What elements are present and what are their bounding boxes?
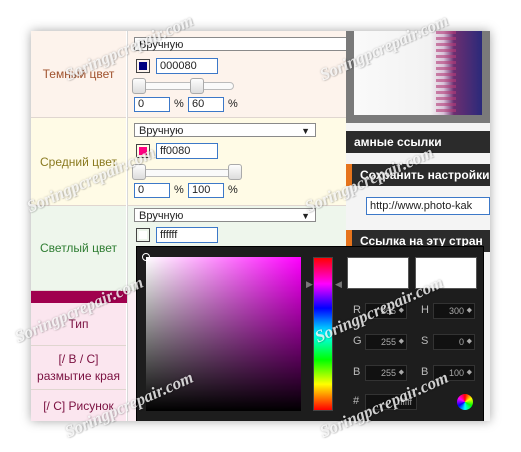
section-accent-bar — [31, 291, 136, 303]
hex-label: # — [353, 395, 360, 407]
type-label-cell: Тип — [31, 303, 126, 346]
page-url-input[interactable]: http://www.photo-kak — [366, 197, 490, 215]
dark-color-hex-input[interactable]: 000080 — [156, 58, 218, 74]
g-input[interactable]: 255 ◆ — [365, 334, 407, 350]
b-value: 255 — [380, 368, 396, 378]
light-color-swatch[interactable] — [136, 228, 150, 242]
r-label: R — [353, 304, 361, 316]
g-label: G — [353, 335, 362, 347]
light-color-label-cell: Светлый цвет — [31, 206, 126, 291]
dark-color-label: Темный цвет — [42, 67, 115, 81]
mid-color-controls: Вручную ▼ ff0080 0 % 100 % — [127, 118, 348, 206]
dark-color-slider-thumb-left[interactable] — [132, 78, 146, 94]
mid-color-value1-input[interactable]: 0 — [134, 183, 170, 198]
dark-color-value1-input[interactable]: 0 — [134, 97, 170, 112]
brightness-input[interactable]: 100 ◆ — [433, 365, 475, 381]
light-color-mode-value: Вручную — [139, 210, 184, 222]
color-wheel-icon[interactable] — [457, 394, 473, 410]
sv-cursor[interactable] — [142, 253, 150, 261]
save-settings-title: Сохранить настройки — [360, 168, 490, 182]
spinner-icon[interactable]: ◆ — [399, 304, 404, 318]
dark-color-controls: Вручную 000080 0 % 60 % — [127, 31, 354, 118]
chevron-down-icon: ▼ — [301, 126, 310, 136]
dark-color-slider-thumb-right[interactable] — [190, 78, 204, 94]
hue-slider[interactable] — [313, 257, 333, 411]
spinner-icon[interactable]: ◆ — [467, 366, 472, 380]
hue-pointer-right-icon: ◀ — [335, 279, 342, 289]
preview-image-photo — [354, 31, 482, 115]
light-color-label: Светлый цвет — [40, 241, 117, 255]
dark-color-pct1: % — [174, 98, 184, 110]
links-header: амные ссылки — [346, 131, 490, 153]
picture-label-cell: [/ C] Рисунок — [31, 390, 126, 421]
dark-color-mode-select[interactable]: Вручную — [134, 37, 354, 51]
chevron-down-icon: ▼ — [301, 211, 310, 221]
hue-pointer-left-icon: ▶ — [306, 279, 313, 289]
save-settings-header[interactable]: Сохранить настройки — [346, 164, 490, 186]
dark-color-label-cell: Темный цвет — [31, 31, 126, 118]
dark-color-mode-value: Вручную — [139, 39, 184, 51]
r-value: 255 — [380, 306, 396, 316]
g-value: 255 — [380, 337, 396, 347]
mid-color-slider[interactable] — [136, 169, 236, 177]
mid-color-mode-select[interactable]: Вручную ▼ — [134, 123, 316, 137]
spinner-icon[interactable]: ◆ — [399, 335, 404, 349]
mid-color-swatch[interactable] — [136, 144, 150, 158]
mid-color-mode-value: Вручную — [139, 125, 184, 137]
dark-color-slider[interactable] — [136, 82, 234, 90]
mid-color-value2-input[interactable]: 100 — [188, 183, 224, 198]
dark-color-value2-input[interactable]: 60 — [188, 97, 224, 112]
preview-image-overlay — [436, 31, 456, 115]
mid-color-pct2: % — [228, 184, 238, 196]
new-color-preview — [347, 257, 409, 289]
mid-color-label: Средний цвет — [39, 154, 117, 169]
mid-color-swatch-fill — [139, 147, 147, 155]
light-color-hex-input[interactable]: ffffff — [156, 227, 218, 243]
type-label: Тип — [68, 317, 89, 331]
mid-color-label-cell: Средний цвет — [31, 118, 126, 206]
color-picker-popup: ▶ ◀ R 255 ◆ H 300 ◆ G 255 ◆ S 0 ◆ B 255 ◆ B 1… — [136, 246, 484, 421]
brightness-label: B — [421, 366, 429, 378]
dark-color-swatch[interactable] — [136, 59, 150, 73]
dark-color-pct2: % — [228, 98, 238, 110]
picture-label: [/ C] Рисунок — [43, 398, 114, 413]
s-label: S — [421, 335, 429, 347]
mid-color-slider-thumb-left[interactable] — [132, 164, 146, 180]
h-input[interactable]: 300 ◆ — [433, 303, 475, 319]
spinner-icon[interactable]: ◆ — [399, 366, 404, 380]
dark-color-swatch-fill — [139, 62, 147, 70]
edge-blur-label: [/ B / C] размытие края — [37, 351, 120, 383]
s-value: 0 — [458, 337, 464, 347]
app-frame: Темный цвет Вручную 000080 0 % 60 % Сред… — [31, 31, 490, 421]
picker-hex-input[interactable]: ffffff — [365, 394, 417, 410]
saturation-value-field[interactable] — [146, 257, 301, 411]
mid-color-pct1: % — [174, 184, 184, 196]
h-value: 300 — [448, 306, 464, 316]
spinner-icon[interactable]: ◆ — [467, 335, 472, 349]
preview-image — [346, 31, 490, 123]
light-color-swatch-fill — [139, 231, 147, 239]
b-label: B — [353, 366, 361, 378]
s-input[interactable]: 0 ◆ — [433, 334, 475, 350]
links-header-title: амные ссылки — [354, 135, 442, 149]
b-input[interactable]: 255 ◆ — [365, 365, 407, 381]
page-url-value: http://www.photo-kak — [370, 200, 473, 212]
light-color-mode-select[interactable]: Вручную ▼ — [134, 208, 316, 222]
h-label: H — [421, 304, 429, 316]
mid-color-hex-input[interactable]: ff0080 — [156, 143, 218, 159]
mid-color-slider-thumb-right[interactable] — [228, 164, 242, 180]
brightness-value: 100 — [448, 368, 464, 378]
spinner-icon[interactable]: ◆ — [467, 304, 472, 318]
r-input[interactable]: 255 ◆ — [365, 303, 407, 319]
current-color-preview — [415, 257, 477, 289]
picker-hex-value: ffffff — [397, 397, 412, 407]
edge-blur-label-cell: [/ B / C] размытие края — [31, 346, 126, 390]
